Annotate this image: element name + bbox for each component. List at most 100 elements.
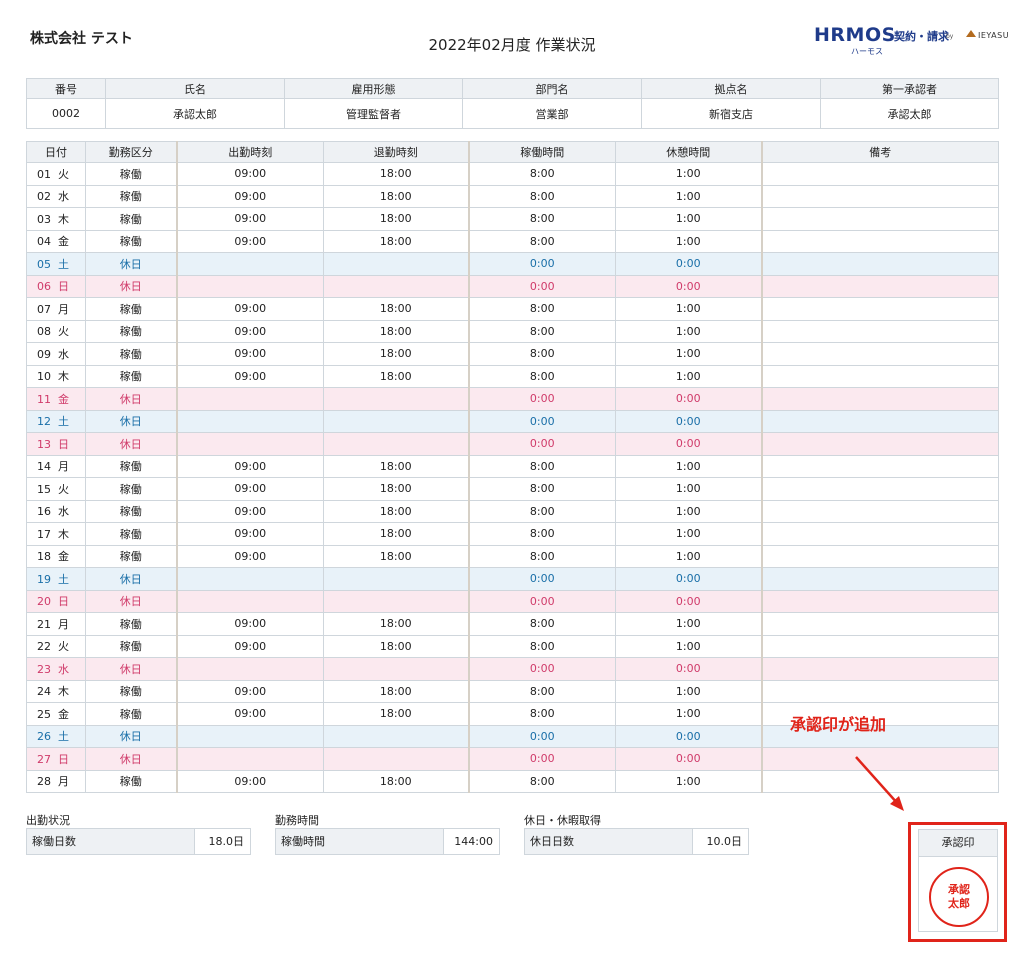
work-type-cell: 休日 <box>85 274 177 298</box>
clock-out-cell: 18:00 <box>323 612 469 636</box>
table-row: 24 木稼働 09:00 18:00 8:00 1:00 <box>26 679 999 703</box>
break-time-cell: 1:00 <box>615 702 762 726</box>
work-type-cell: 稼働 <box>85 477 177 501</box>
column-header: 勤務区分 <box>85 141 177 163</box>
work-type-cell: 稼働 <box>85 297 177 321</box>
table-row: 18 金稼働 09:00 18:00 8:00 1:00 <box>26 544 999 568</box>
table-row: 01 火稼働 09:00 18:00 8:00 1:00 <box>26 162 999 186</box>
clock-out-cell <box>323 724 469 748</box>
approval-stamp-box: 承認印 承認 太郎 <box>918 829 998 932</box>
work-type-cell: 稼働 <box>85 207 177 231</box>
work-type-cell: 休日 <box>85 432 177 456</box>
clock-in-cell <box>175 747 324 771</box>
date-cell: 12 土 <box>26 409 86 433</box>
holiday-summary-label: 休日・休暇取得 <box>524 814 601 827</box>
work-hours-label: 稼働時間 <box>276 829 444 854</box>
table-row: 19 土休日 0:00 0:00 <box>26 567 999 591</box>
break-time-cell: 1:00 <box>615 297 762 321</box>
clock-out-cell: 18:00 <box>323 297 469 321</box>
work-type-cell: 稼働 <box>85 544 177 568</box>
break-time-cell: 1:00 <box>615 499 762 523</box>
employee-info-table: 番号 氏名 雇用形態 部門名 拠点名 第一承認者 0002 承認太郎 管理監督者… <box>26 78 999 129</box>
work-type-cell: 稼働 <box>85 769 177 793</box>
table-row: 11 金休日 0:00 0:00 <box>26 387 999 411</box>
column-header: 退勤時刻 <box>323 141 469 163</box>
work-type-cell: 稼働 <box>85 454 177 478</box>
break-time-cell: 1:00 <box>615 184 762 208</box>
clock-in-cell <box>175 387 324 411</box>
table-row: 17 木稼働 09:00 18:00 8:00 1:00 <box>26 522 999 546</box>
clock-out-cell: 18:00 <box>323 679 469 703</box>
break-time-cell: 0:00 <box>615 409 762 433</box>
work-time-cell: 0:00 <box>467 747 616 771</box>
date-cell: 16 水 <box>26 499 86 523</box>
column-header: 備考 <box>760 141 999 163</box>
work-time-cell: 8:00 <box>467 319 616 343</box>
date-cell: 20 日 <box>26 589 86 613</box>
seal-line-1: 承認 <box>948 883 970 896</box>
work-time-cell: 8:00 <box>467 702 616 726</box>
attendance-table: 日付 勤務区分 出勤時刻 退勤時刻 稼働時間 休憩時間 備考 01 火稼働 09:… <box>26 141 999 793</box>
date-cell: 23 水 <box>26 657 86 681</box>
logo-kana-text: ハーモス <box>851 47 883 56</box>
break-time-cell: 1:00 <box>615 679 762 703</box>
column-header: 稼働時間 <box>467 141 616 163</box>
clock-out-cell: 18:00 <box>323 522 469 546</box>
work-type-cell: 休日 <box>85 724 177 748</box>
date-cell: 09 水 <box>26 342 86 366</box>
note-cell <box>760 454 999 478</box>
attendance-header-row: 日付 勤務区分 出勤時刻 退勤時刻 稼働時間 休憩時間 備考 <box>26 141 999 163</box>
work-time-cell: 8:00 <box>467 364 616 388</box>
work-type-cell: 稼働 <box>85 184 177 208</box>
fan-icon <box>966 30 976 37</box>
work-time-cell: 8:00 <box>467 769 616 793</box>
table-row: 03 木稼働 09:00 18:00 8:00 1:00 <box>26 207 999 231</box>
clock-out-cell: 18:00 <box>323 229 469 253</box>
date-cell: 22 火 <box>26 634 86 658</box>
clock-out-cell: 18:00 <box>323 184 469 208</box>
clock-out-cell <box>323 747 469 771</box>
work-type-cell: 稼働 <box>85 499 177 523</box>
work-time-cell: 0:00 <box>467 724 616 748</box>
clock-out-cell: 18:00 <box>323 162 469 186</box>
clock-in-cell: 09:00 <box>175 297 324 321</box>
work-type-cell: 休日 <box>85 387 177 411</box>
date-cell: 14 月 <box>26 454 86 478</box>
table-row: 13 日休日 0:00 0:00 <box>26 432 999 456</box>
work-time-cell: 8:00 <box>467 297 616 321</box>
holiday-days-label: 休日日数 <box>525 829 693 854</box>
work-time-cell: 8:00 <box>467 454 616 478</box>
work-time-cell: 0:00 <box>467 589 616 613</box>
clock-in-cell: 09:00 <box>175 207 324 231</box>
logo-main-text: HRMOS <box>814 24 896 46</box>
clock-out-cell: 18:00 <box>323 499 469 523</box>
logo-brand-text: IEYASU <box>978 31 1010 40</box>
work-type-cell: 休日 <box>85 747 177 771</box>
note-cell <box>760 409 999 433</box>
note-cell <box>760 319 999 343</box>
work-time-cell: 8:00 <box>467 522 616 546</box>
break-time-cell: 0:00 <box>615 432 762 456</box>
work-time-cell: 0:00 <box>467 252 616 276</box>
note-cell <box>760 229 999 253</box>
break-time-cell: 1:00 <box>615 364 762 388</box>
clock-in-cell <box>175 657 324 681</box>
note-cell <box>760 657 999 681</box>
note-cell <box>760 432 999 456</box>
table-row: 06 日休日 0:00 0:00 <box>26 274 999 298</box>
clock-out-cell <box>323 432 469 456</box>
clock-in-cell <box>175 274 324 298</box>
info-header: 拠点名 <box>641 78 821 99</box>
work-days-value: 18.0日 <box>208 835 245 848</box>
date-cell: 10 木 <box>26 364 86 388</box>
clock-in-cell: 09:00 <box>175 702 324 726</box>
table-row: 05 土休日 0:00 0:00 <box>26 252 999 276</box>
clock-out-cell: 18:00 <box>323 702 469 726</box>
clock-out-cell <box>323 657 469 681</box>
clock-out-cell <box>323 274 469 298</box>
clock-out-cell <box>323 589 469 613</box>
table-row: 15 火稼働 09:00 18:00 8:00 1:00 <box>26 477 999 501</box>
clock-out-cell: 18:00 <box>323 634 469 658</box>
date-cell: 08 火 <box>26 319 86 343</box>
work-type-cell: 稼働 <box>85 162 177 186</box>
